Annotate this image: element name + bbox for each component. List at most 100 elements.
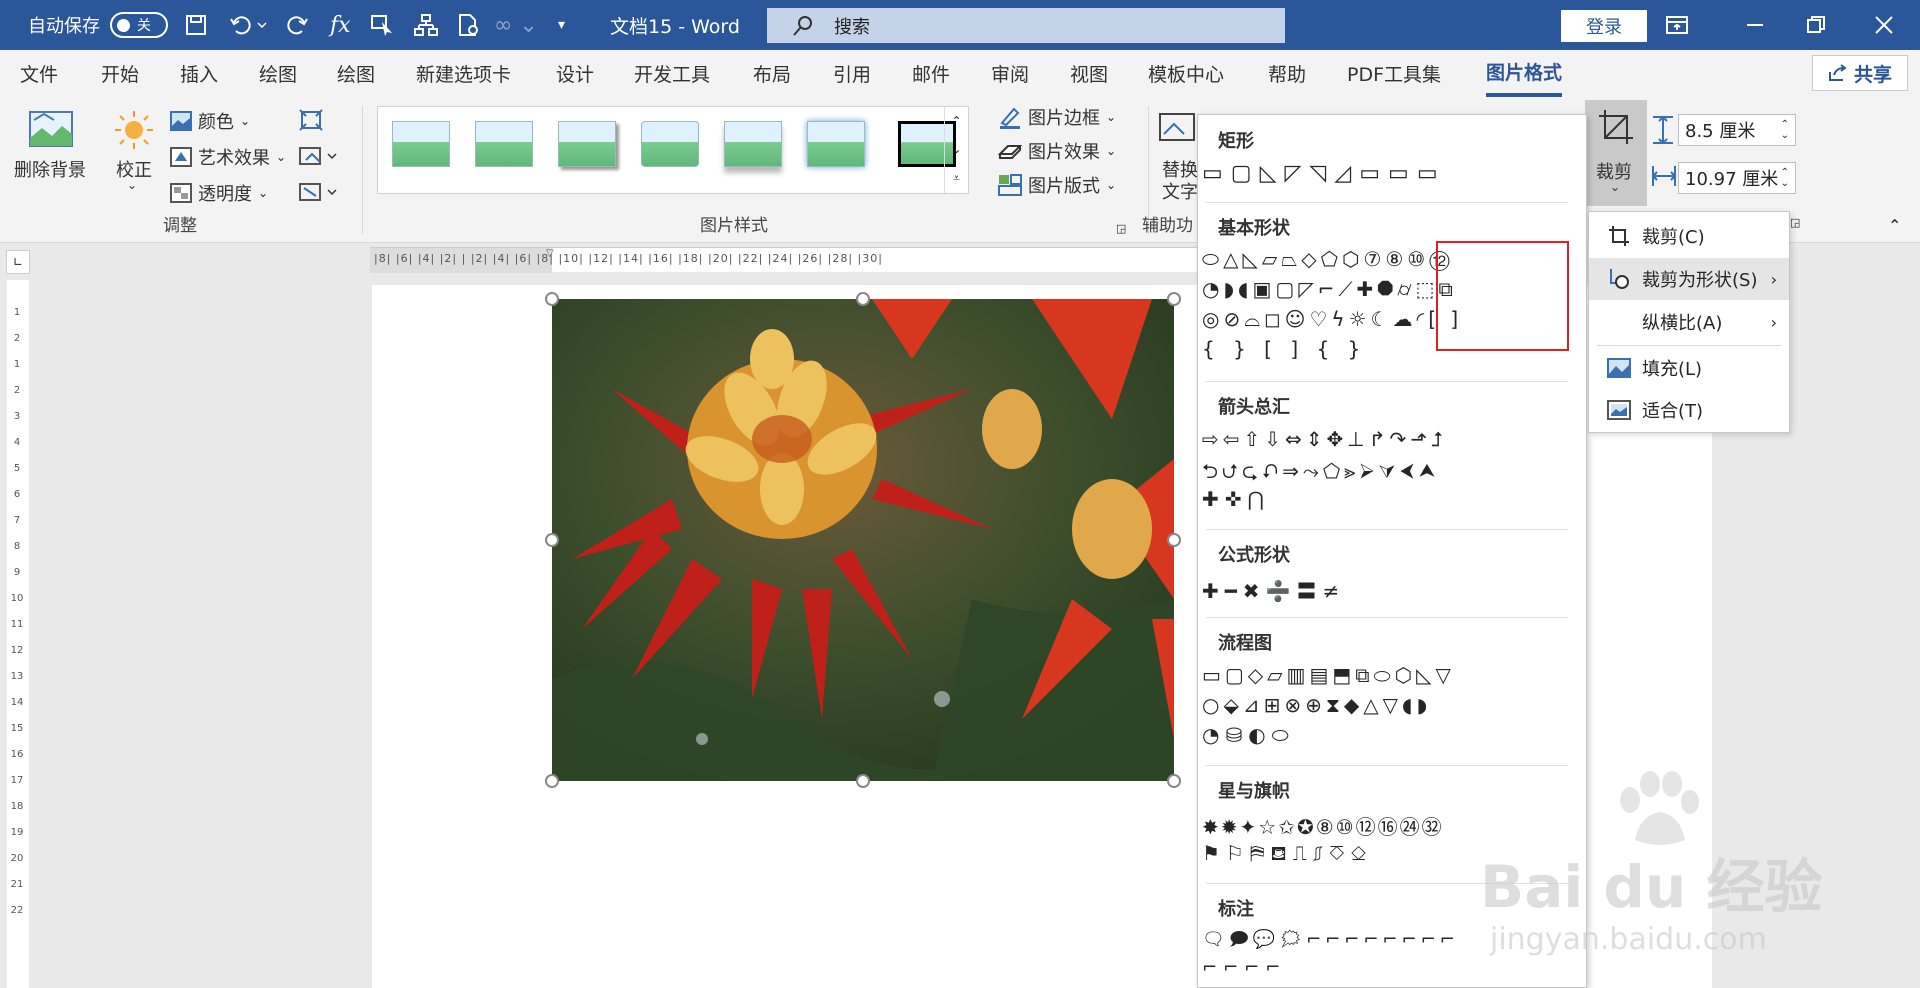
shape-row-equation[interactable]: ✚━✖➗〓≠ — [1202, 575, 1582, 605]
tab-file[interactable]: 文件 — [20, 50, 58, 96]
resize-handle[interactable] — [545, 292, 559, 306]
undo-icon[interactable] — [228, 0, 268, 50]
resize-handle[interactable] — [856, 774, 870, 788]
menu-item-fit[interactable]: 适合(T) — [1589, 390, 1789, 430]
restore-icon[interactable] — [1806, 0, 1826, 50]
autosave-toggle[interactable]: 关 — [110, 12, 168, 38]
tab-pdf[interactable]: PDF工具集 — [1347, 50, 1441, 96]
highlight-box — [1436, 241, 1569, 351]
shape-row-arrows[interactable]: ⮌⮍⮎⮏⇒⤳⬠⪢⮚⮛⮜⮝ — [1202, 457, 1582, 487]
formula-icon[interactable]: fx — [330, 0, 351, 50]
save-icon[interactable] — [184, 0, 208, 50]
gallery-scroll[interactable]: ⌃ ⌄ ⩡ — [944, 107, 968, 193]
tab-help[interactable]: 帮助 — [1268, 50, 1306, 96]
tab-template[interactable]: 模板中心 — [1148, 50, 1224, 96]
shape-row-flowchart[interactable]: ◔⛁◐⬭ — [1202, 723, 1582, 753]
remove-background-button[interactable]: 删除背景 — [14, 156, 86, 182]
resize-handle[interactable] — [545, 533, 559, 547]
reset-picture-icon[interactable] — [298, 180, 340, 209]
tab-layout[interactable]: 布局 — [753, 50, 791, 96]
chevron-up-icon[interactable]: ⌃ — [951, 114, 961, 128]
menu-item-aspect-ratio[interactable]: 纵横比(A) › — [1589, 302, 1789, 342]
dialog-launcher-icon[interactable]: ◲ — [1116, 222, 1126, 235]
tab-view[interactable]: 视图 — [1070, 50, 1108, 96]
picture-style-thumbnail[interactable] — [392, 121, 450, 167]
artistic-effects-button[interactable]: 艺术效果 ⌄ — [170, 144, 286, 170]
resize-handle[interactable] — [1167, 774, 1181, 788]
minimize-icon[interactable] — [1745, 0, 1765, 50]
org-chart-icon[interactable] — [413, 0, 439, 50]
group-styles-label: 图片样式 — [700, 216, 768, 236]
picture-border-button[interactable]: 图片边框 ⌄ — [998, 104, 1116, 130]
tab-insert[interactable]: 插入 — [180, 50, 218, 96]
shape-glyphs: ✸✹✦☆✩✪⑧⑩⑫⑯㉔㉜ — [1202, 815, 1444, 839]
picture-style-thumbnail[interactable] — [475, 121, 533, 167]
collapse-ribbon-icon[interactable]: ⌃ — [1888, 216, 1901, 235]
resize-handle[interactable] — [856, 292, 870, 306]
resize-handle[interactable] — [1167, 292, 1181, 306]
change-picture-icon[interactable] — [298, 144, 340, 173]
tab-draw-2[interactable]: 绘图 — [337, 50, 375, 96]
ribbon-display-icon[interactable] — [1665, 0, 1689, 50]
width-field[interactable]: 10.97 厘米 ⌃ ⌄ — [1678, 162, 1796, 194]
chrysanthemum-photo[interactable] — [552, 299, 1174, 781]
tab-developer[interactable]: 开发工具 — [634, 50, 710, 96]
shape-glyphs: ⇨⇦⇧⇩⇔⇕✥⊥↱↷⬏⮥ — [1202, 427, 1447, 451]
corrections-dropdown-icon[interactable]: ⌄ — [127, 178, 137, 192]
redo-icon[interactable] — [284, 0, 310, 50]
compress-pictures-icon[interactable] — [298, 108, 324, 137]
crop-button[interactable]: 裁剪 ⌄ — [1585, 100, 1647, 206]
picture-border-icon — [1000, 107, 1020, 129]
menu-item-crop[interactable]: 裁剪(C) — [1589, 216, 1789, 256]
document-icon[interactable] — [456, 0, 482, 50]
chevron-down-icon[interactable]: ⌄ — [951, 142, 961, 156]
shape-row-flowchart[interactable]: ▭▢◇▱▥▤⬒⧉⬭⬡◺▽ — [1202, 663, 1582, 693]
resize-handle[interactable] — [545, 774, 559, 788]
picture-style-thumbnail[interactable] — [807, 121, 865, 167]
tab-new[interactable]: 新建选项卡 — [416, 50, 511, 96]
shape-glyphs: ▭▢◺◸◹◿▭▭▭ — [1202, 161, 1446, 186]
menu-item-fill[interactable]: 填充(L) — [1589, 348, 1789, 388]
menu-item-aspect-ratio-label: 纵横比(A) — [1642, 313, 1723, 334]
picture-layout-button[interactable]: 图片版式 ⌄ — [998, 172, 1116, 198]
share-label: 共享 — [1853, 63, 1892, 86]
share-button[interactable]: 共享 — [1812, 55, 1908, 91]
transparency-button[interactable]: 透明度 ⌄ — [170, 180, 268, 206]
select-icon[interactable] — [370, 0, 396, 50]
shape-row-flowchart[interactable]: ○⬙⊿⊞⊗⊕⧗◆△▽◖◗ — [1202, 693, 1582, 723]
artistic-effects-icon — [170, 147, 192, 167]
resize-handle[interactable] — [1167, 533, 1181, 547]
indent-marker[interactable]: ▽ — [546, 248, 554, 259]
menu-item-crop-to-shape[interactable]: 裁剪为形状(S) › — [1589, 258, 1789, 300]
category-callouts: 标注 — [1218, 899, 1254, 920]
picture-style-thumbnail[interactable] — [724, 121, 782, 167]
shape-row-rectangles[interactable]: ▭▢◺◸◹◿▭▭▭ — [1202, 161, 1582, 191]
tab-mailings[interactable]: 邮件 — [912, 50, 950, 96]
picture-style-thumbnail[interactable] — [558, 121, 616, 167]
picture-layout-icon — [998, 174, 1022, 196]
shape-row-arrows[interactable]: ✚✜⋂ — [1202, 487, 1582, 517]
height-field[interactable]: 8.5 厘米 ⌃ ⌄ — [1678, 114, 1796, 146]
shape-glyphs: ⮌⮍⮎⮏⇒⤳⬠⪢⮚⮛⮜⮝ — [1202, 459, 1440, 483]
picture-effects-button[interactable]: 图片效果 ⌄ — [998, 138, 1116, 164]
tab-selector-icon[interactable]: ∟ — [6, 250, 30, 274]
color-button[interactable]: 颜色 ⌄ — [170, 108, 250, 134]
tab-review[interactable]: 审阅 — [991, 50, 1029, 96]
width-spinner[interactable]: ⌃ ⌄ — [1781, 167, 1789, 189]
gallery-more-icon[interactable]: ⩡ — [953, 171, 960, 186]
size-dialog-launcher-icon[interactable]: ◲ — [1790, 216, 1800, 229]
tab-draw[interactable]: 绘图 — [259, 50, 297, 96]
fit-icon — [1607, 400, 1631, 420]
picture-style-thumbnail[interactable] — [641, 121, 699, 167]
tab-design[interactable]: 设计 — [556, 50, 594, 96]
close-icon[interactable] — [1874, 0, 1894, 50]
shape-row-arrows[interactable]: ⇨⇦⇧⇩⇔⇕✥⊥↱↷⬏⮥ — [1202, 427, 1582, 457]
tab-picture-format[interactable]: 图片格式 — [1486, 50, 1563, 97]
customize-qat-icon[interactable]: ▾ — [558, 0, 565, 50]
tab-references[interactable]: 引用 — [833, 50, 871, 96]
category-flowchart: 流程图 — [1218, 633, 1272, 654]
search-box[interactable]: 搜索 — [767, 8, 1285, 43]
tab-home[interactable]: 开始 — [101, 50, 139, 96]
height-spinner[interactable]: ⌃ ⌄ — [1781, 119, 1789, 141]
login-button[interactable]: 登录 — [1561, 10, 1647, 42]
